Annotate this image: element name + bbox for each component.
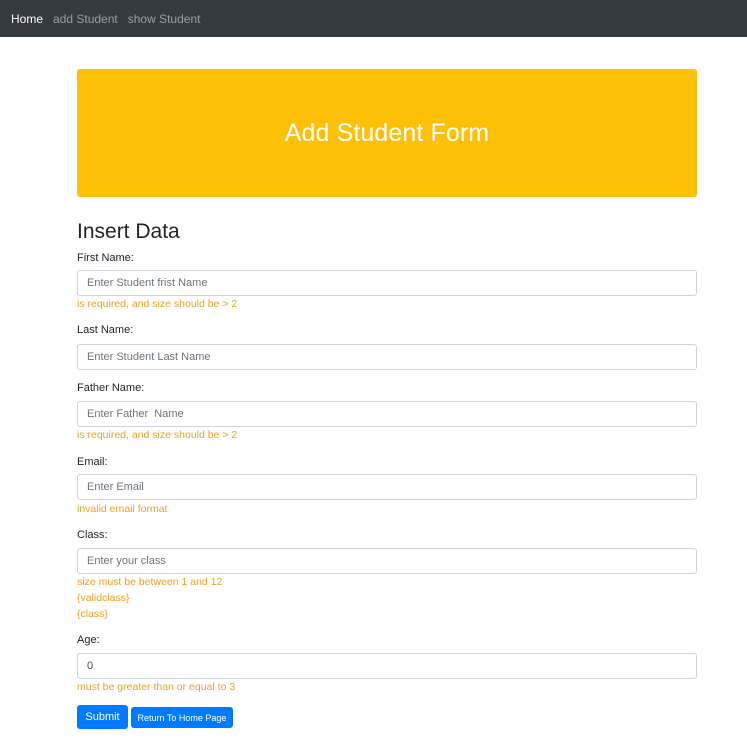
first-name-label: First Name: (77, 252, 134, 264)
father-name-input[interactable] (77, 401, 697, 427)
nav-show-student-link[interactable]: show Student (128, 12, 201, 26)
age-label: Age: (77, 634, 100, 646)
father-name-label: Father Name: (77, 382, 145, 394)
header-banner: Add Student Form (77, 69, 697, 197)
class-error-validclass: {validclass} (77, 592, 130, 604)
email-label: Email: (77, 456, 108, 468)
nav-home-link[interactable]: Home (11, 12, 43, 26)
return-home-button[interactable]: Return To Home Page (131, 707, 233, 728)
class-error-class: {class} (77, 608, 108, 620)
age-input[interactable] (77, 653, 697, 679)
page-title: Add Student Form (284, 118, 490, 147)
last-name-input[interactable] (77, 344, 697, 370)
class-error-size: size must be between 1 and 12 (77, 576, 223, 588)
form-title: Insert Data (77, 220, 180, 243)
first-name-error: is required, and size should be > 2 (77, 298, 238, 310)
father-name-error: is required, and size should be > 2 (77, 429, 238, 441)
last-name-label: Last Name: (77, 324, 134, 336)
email-input[interactable] (77, 474, 697, 500)
navbar: Home add Student show Student (0, 0, 747, 37)
class-input[interactable] (77, 548, 697, 574)
age-error: must be greater than or equal to 3 (77, 681, 236, 693)
nav-add-student-link[interactable]: add Student (53, 12, 118, 26)
class-label: Class: (77, 529, 108, 541)
submit-button[interactable]: Submit (77, 705, 128, 729)
first-name-input[interactable] (77, 270, 697, 296)
email-error: invalid email format (77, 503, 168, 515)
